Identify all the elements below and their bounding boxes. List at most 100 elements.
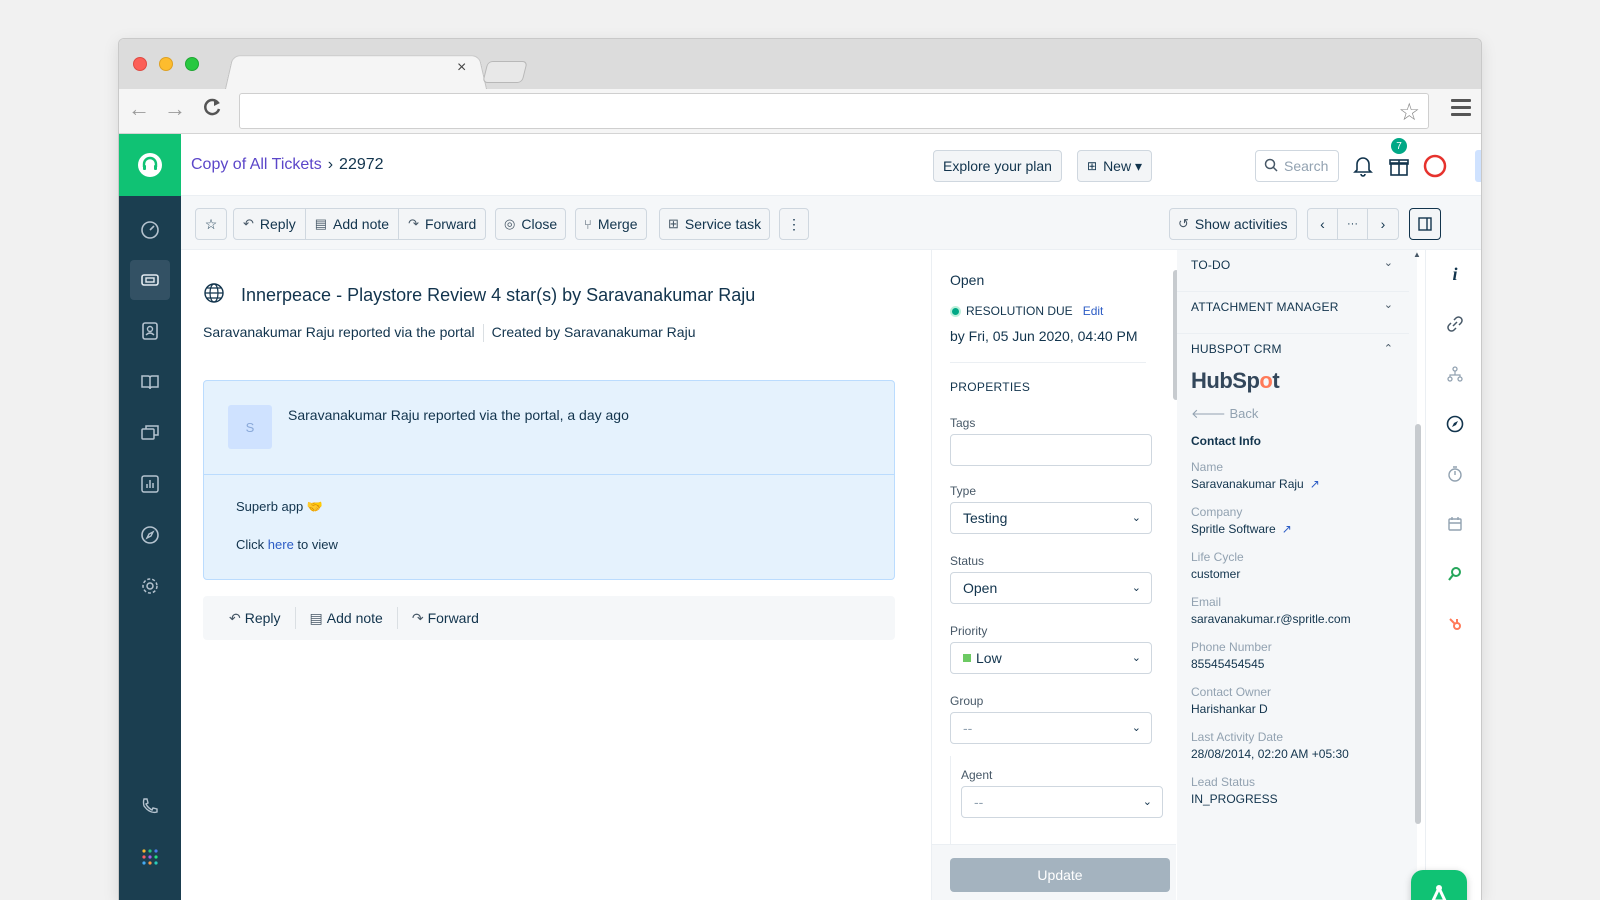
- calendar-icon[interactable]: [1443, 512, 1467, 536]
- external-link-icon[interactable]: ↗: [1310, 477, 1320, 491]
- bookmark-star-icon[interactable]: ☆: [1398, 98, 1420, 127]
- breadcrumb: Copy of All Tickets › 22972: [191, 156, 384, 174]
- link-icon[interactable]: [1443, 312, 1467, 336]
- address-bar[interactable]: ☆: [239, 93, 1429, 129]
- explore-plan-button[interactable]: Explore your plan: [933, 150, 1062, 182]
- star-ticket-icon[interactable]: ☆: [195, 208, 227, 240]
- bottom-reply-label: Reply: [244, 610, 281, 626]
- external-link-icon[interactable]: ↗: [1282, 522, 1292, 536]
- new-tab-button[interactable]: [482, 61, 528, 83]
- new-button[interactable]: ⊞ New ▾: [1077, 150, 1152, 182]
- reports-icon[interactable]: [130, 464, 170, 504]
- ticket-id: 22972: [339, 156, 384, 173]
- reporter-text: Saravanakumar Raju reported via the port…: [203, 324, 475, 340]
- contact-field-label: Lead Status: [1191, 775, 1256, 789]
- prev-ticket-icon[interactable]: ‹: [1308, 209, 1338, 239]
- forward-button[interactable]: ↷ Forward: [399, 209, 485, 239]
- status-select[interactable]: Open ⌄: [950, 572, 1152, 604]
- tab-close-icon[interactable]: ×: [457, 59, 466, 77]
- product-switcher-icon[interactable]: [1421, 152, 1449, 180]
- info-icon[interactable]: i: [1443, 262, 1467, 286]
- update-button[interactable]: Update: [950, 858, 1170, 892]
- breadcrumb-link[interactable]: Copy of All Tickets: [191, 156, 322, 173]
- agent-select[interactable]: -- ⌄: [961, 786, 1163, 818]
- search-input[interactable]: Search: [1255, 150, 1339, 182]
- chevron-down-icon: ⌄: [1383, 257, 1393, 269]
- contact-field-value: Spritle Software ↗: [1191, 522, 1292, 536]
- attachment-manager-section[interactable]: ATTACHMENT MANAGER ⌄: [1177, 292, 1409, 334]
- bell-icon[interactable]: [1349, 152, 1377, 180]
- contact-field-value-text[interactable]: Saravanakumar Raju: [1191, 477, 1304, 491]
- close-window-button[interactable]: [133, 57, 147, 71]
- back-arrow-icon[interactable]: ←: [127, 97, 151, 121]
- apps-grid-icon[interactable]: [130, 837, 170, 877]
- todo-section[interactable]: TO-DO ⌄: [1177, 250, 1409, 292]
- contacts-icon[interactable]: [130, 311, 170, 351]
- forums-icon[interactable]: [130, 413, 170, 453]
- browser-tab[interactable]: [225, 55, 487, 89]
- properties-title: PROPERTIES: [950, 380, 1031, 394]
- chevron-down-icon: ⌄: [1383, 299, 1393, 311]
- discover-icon[interactable]: [130, 515, 170, 555]
- reply-label: Reply: [259, 216, 296, 232]
- back-label: Back: [1229, 406, 1259, 421]
- back-arrow-icon: 🡐: [1191, 406, 1230, 421]
- ticket-list-dots-icon[interactable]: ···: [1338, 209, 1368, 239]
- ticket-main: Innerpeace - Playstore Review 4 star(s) …: [181, 250, 921, 900]
- gift-badge: 7: [1391, 138, 1407, 154]
- reply-button[interactable]: ↶ Reply: [234, 209, 306, 239]
- contact-field-label: Last Activity Date: [1191, 730, 1284, 744]
- next-ticket-icon[interactable]: ›: [1368, 209, 1398, 239]
- message-line-2-post: to view: [293, 537, 338, 552]
- user-avatar[interactable]: S: [1475, 150, 1481, 182]
- sitemap-icon[interactable]: [1443, 362, 1467, 386]
- merge-button[interactable]: ⑂ Merge: [575, 208, 647, 240]
- freddy-assist-button[interactable]: [1411, 870, 1467, 900]
- close-button[interactable]: ◎ Close: [495, 208, 567, 240]
- browser-menu-icon[interactable]: [1451, 99, 1471, 120]
- toggle-panel-icon[interactable]: [1409, 208, 1441, 240]
- phone-icon[interactable]: [130, 786, 170, 826]
- priority-low-icon: [963, 654, 971, 662]
- bottom-add-note-button[interactable]: ▤ Add note: [296, 607, 398, 629]
- contact-field-value-text[interactable]: Spritle Software: [1191, 522, 1276, 536]
- type-select[interactable]: Testing ⌄: [950, 502, 1152, 534]
- more-options-icon[interactable]: ⋮: [779, 208, 809, 240]
- bottom-reply-button[interactable]: ↶ Reply: [215, 607, 296, 629]
- show-activities-button[interactable]: ↺ Show activities: [1169, 208, 1297, 240]
- edit-due-link[interactable]: Edit: [1083, 304, 1104, 318]
- freshdesk-logo[interactable]: [119, 134, 181, 196]
- service-task-button[interactable]: ⊞ Service task: [659, 208, 771, 240]
- freshdesk-app: Copy of All Tickets › 22972 Explore your p…: [119, 134, 1481, 900]
- dashboard-icon[interactable]: [130, 210, 170, 250]
- tickets-icon[interactable]: [130, 260, 170, 300]
- green-app-icon[interactable]: [1443, 562, 1467, 586]
- apps-panel-scrollbar[interactable]: [1413, 258, 1423, 894]
- tags-label: Tags: [950, 416, 976, 430]
- maximize-window-button[interactable]: [185, 57, 199, 71]
- browser-titlebar: ×: [119, 39, 1481, 89]
- tags-input[interactable]: [950, 434, 1152, 466]
- resolution-due: RESOLUTION DUE Edit: [950, 304, 1103, 318]
- timer-icon[interactable]: [1443, 462, 1467, 486]
- gift-icon[interactable]: [1385, 152, 1413, 180]
- knowledge-base-icon[interactable]: [130, 362, 170, 402]
- breadcrumb-separator: ›: [327, 156, 334, 173]
- minimize-window-button[interactable]: [159, 57, 173, 71]
- group-select[interactable]: -- ⌄: [950, 712, 1152, 744]
- forward-arrow-icon[interactable]: →: [163, 97, 187, 121]
- reload-icon[interactable]: [201, 97, 225, 122]
- group-value: --: [963, 720, 973, 736]
- add-note-button[interactable]: ▤ Add note: [306, 209, 400, 239]
- compass-icon[interactable]: [1443, 412, 1467, 436]
- message-line-1: Superb app 🤝: [236, 499, 324, 514]
- apps-panel-scroll-thumb[interactable]: [1415, 424, 1421, 824]
- hubspot-app-icon[interactable]: [1443, 612, 1467, 636]
- priority-select[interactable]: Low ⌄: [950, 642, 1152, 674]
- merge-label: Merge: [597, 216, 638, 232]
- settings-gear-icon[interactable]: [130, 566, 170, 606]
- contact-field-value: Harishankar D: [1191, 702, 1268, 716]
- back-link[interactable]: 🡐 Back: [1191, 406, 1258, 422]
- bottom-forward-button[interactable]: ↷ Forward: [398, 607, 493, 629]
- here-link[interactable]: here: [268, 537, 294, 552]
